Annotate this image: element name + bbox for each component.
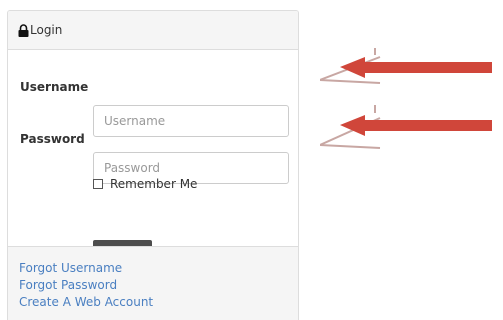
login-form: Username Password Remember Me Submit xyxy=(8,50,298,271)
annotation-arrows xyxy=(320,48,492,149)
username-label: Username xyxy=(20,80,89,94)
remember-me-checkbox[interactable] xyxy=(93,179,103,189)
login-panel: Login Username Password Remember Me Subm… xyxy=(7,10,299,320)
forgot-username-link[interactable]: Forgot Username xyxy=(19,260,298,277)
password-label: Password xyxy=(20,132,85,146)
panel-footer: Forgot Username Forgot Password Create A… xyxy=(8,246,298,320)
panel-heading: Login xyxy=(8,11,298,50)
panel-title: Login xyxy=(30,23,63,37)
lock-icon xyxy=(18,23,29,37)
username-input[interactable] xyxy=(93,105,289,137)
remember-me-label: Remember Me xyxy=(110,177,198,191)
arrow-left-icon xyxy=(320,48,492,84)
remember-me-row[interactable]: Remember Me xyxy=(93,177,197,191)
create-account-link[interactable]: Create A Web Account xyxy=(19,294,298,311)
login-screen: Login Username Password Remember Me Subm… xyxy=(0,0,503,320)
forgot-password-link[interactable]: Forgot Password xyxy=(19,277,298,294)
arrow-left-icon xyxy=(320,105,492,149)
